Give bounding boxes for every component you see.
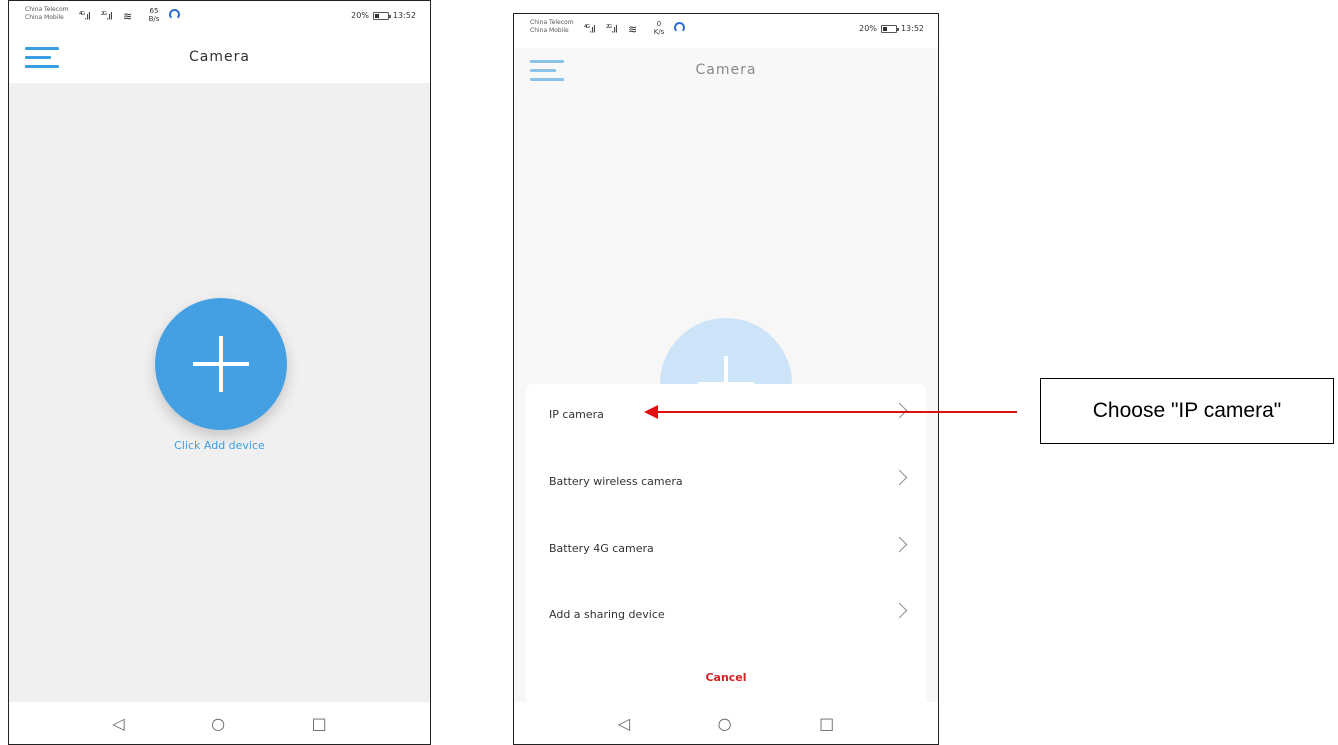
back-icon[interactable]: ◁ bbox=[618, 714, 630, 733]
phone-screen-add-device-menu: China Telecom China Mobile 4G.ıl 2G.ıl ≋… bbox=[513, 13, 939, 745]
recents-icon[interactable]: □ bbox=[312, 714, 327, 733]
add-device-button[interactable] bbox=[155, 298, 287, 430]
signal-icon: 4G.ıl bbox=[79, 11, 91, 23]
home-icon[interactable]: ○ bbox=[211, 714, 225, 733]
home-icon[interactable]: ○ bbox=[718, 714, 732, 733]
battery-percent: 20% bbox=[859, 24, 877, 33]
battery-percent: 20% bbox=[351, 11, 369, 20]
sync-icon bbox=[169, 9, 180, 20]
sheet-item-label: Add a sharing device bbox=[549, 608, 665, 621]
phone-screen-camera-home: China Telecom China Mobile 4G.ıl 2G.ıl ≋… bbox=[8, 0, 431, 745]
page-title: Camera bbox=[189, 49, 250, 65]
carrier-names: China Telecom China Mobile bbox=[25, 6, 85, 22]
main-content: Click Add device bbox=[9, 83, 430, 702]
sheet-item-battery-4g-camera[interactable]: Battery 4G camera bbox=[526, 518, 926, 584]
device-type-sheet: IP camera Battery wireless camera Batter… bbox=[526, 384, 926, 718]
carrier-1: China Telecom bbox=[530, 19, 574, 26]
carrier-2: China Mobile bbox=[530, 27, 569, 34]
status-right: 20% 13:52 bbox=[859, 24, 924, 33]
page-title: Camera bbox=[695, 62, 757, 78]
status-right: 20% 13:52 bbox=[351, 11, 416, 20]
wifi-icon: ≋ bbox=[123, 10, 133, 23]
chevron-right-icon bbox=[894, 536, 906, 548]
carrier-2: China Mobile bbox=[25, 14, 64, 21]
sheet-item-add-sharing-device[interactable]: Add a sharing device bbox=[526, 584, 926, 650]
signal-icon: 2G.ıl bbox=[101, 11, 113, 23]
signal-icon: 2G.ıl bbox=[606, 24, 618, 36]
cancel-button[interactable]: Cancel bbox=[526, 671, 926, 684]
callout-arrow-line bbox=[653, 411, 1017, 413]
plus-icon bbox=[193, 336, 249, 392]
back-icon[interactable]: ◁ bbox=[112, 714, 124, 733]
chevron-right-icon bbox=[894, 469, 906, 481]
carrier-names: China Telecom China Mobile bbox=[530, 19, 590, 35]
sync-icon bbox=[674, 22, 685, 33]
callout-box: Choose "IP camera" bbox=[1040, 378, 1334, 444]
carrier-1: China Telecom bbox=[25, 6, 69, 13]
navigation-bar: ◁ ○ □ bbox=[514, 702, 938, 744]
sheet-item-label: Battery 4G camera bbox=[549, 542, 654, 555]
status-bar: China Telecom China Mobile 4G.ıl 2G.ıl ≋… bbox=[514, 14, 938, 48]
app-header: Camera bbox=[9, 35, 430, 83]
arrow-head-icon bbox=[644, 405, 658, 419]
app-header: Camera bbox=[514, 48, 938, 96]
sheet-item-battery-wireless-camera[interactable]: Battery wireless camera bbox=[526, 451, 926, 517]
signal-icon: 4G.ıl bbox=[584, 24, 596, 36]
clock: 13:52 bbox=[900, 24, 924, 33]
battery-icon bbox=[880, 24, 899, 33]
chevron-right-icon bbox=[894, 602, 906, 614]
navigation-bar: ◁ ○ □ bbox=[9, 702, 430, 744]
network-speed: 65 B/s bbox=[148, 7, 160, 23]
add-device-caption[interactable]: Click Add device bbox=[9, 439, 430, 452]
sheet-item-label: Battery wireless camera bbox=[549, 475, 683, 488]
sheet-item-label: IP camera bbox=[549, 408, 604, 421]
network-speed: 0 K/s bbox=[653, 20, 665, 36]
sheet-item-ip-camera[interactable]: IP camera bbox=[526, 384, 926, 450]
clock: 13:52 bbox=[392, 11, 416, 20]
battery-icon bbox=[372, 11, 391, 20]
wifi-icon: ≋ bbox=[628, 23, 638, 36]
status-bar: China Telecom China Mobile 4G.ıl 2G.ıl ≋… bbox=[9, 1, 430, 35]
recents-icon[interactable]: □ bbox=[819, 714, 834, 733]
